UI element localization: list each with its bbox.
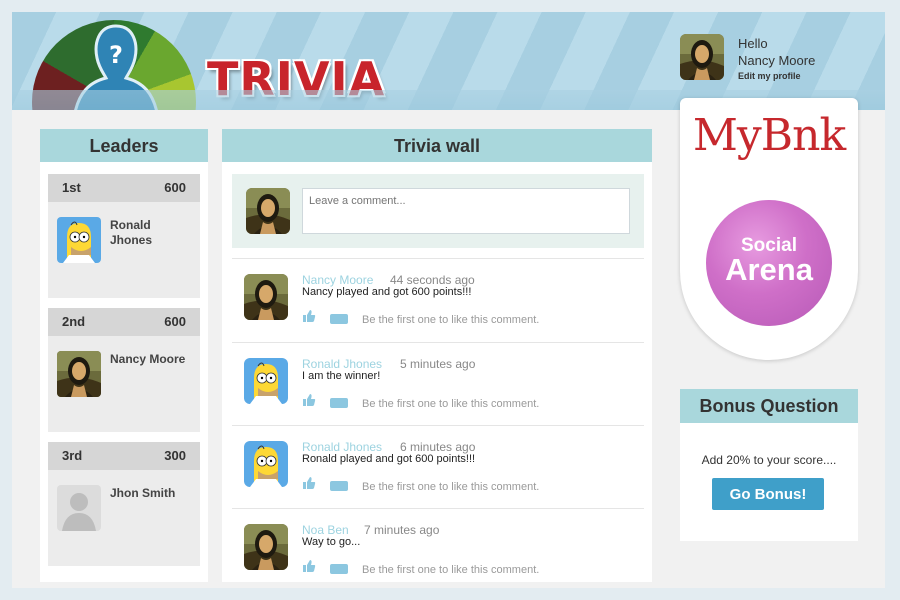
post-text: I am the winner! [302,370,381,382]
post-author[interactable]: Noa Ben [302,523,349,537]
wall-post: Noa Ben 7 minutes ago Way to go... Be th… [232,508,644,588]
leader-card[interactable]: 3rd 300 Jhon Smith [48,442,200,566]
leader-bar: 1st 600 [48,174,200,202]
post-author[interactable]: Ronald Jhones [302,357,382,371]
comment-bubble-icon[interactable] [330,564,348,574]
mona-lisa-avatar-icon [246,188,290,234]
leaders-title: Leaders [40,129,208,163]
comment-composer [232,174,644,248]
question-head-icon: ? [74,24,158,110]
sponsor-badge[interactable]: MyBnk Social Arena [680,98,858,360]
post-time: 5 minutes ago [400,357,476,371]
comment-input[interactable] [302,188,630,234]
social-arena-line2: Arena [725,252,813,287]
thumbs-up-icon[interactable] [302,476,316,490]
avatar [57,351,101,397]
comment-bubble-icon[interactable] [330,314,348,324]
leader-rank: 1st [62,180,81,195]
leader-name: Jhon Smith [110,486,176,500]
bonus-panel: Bonus Question Add 20% to your score....… [680,389,858,541]
leader-name: Nancy Moore [110,352,186,366]
wall-post: Ronald Jhones 6 minutes ago Ronald playe… [232,425,644,509]
avatar[interactable] [244,524,288,570]
comment-bubble-icon[interactable] [330,481,348,491]
leader-rank: 2nd [62,314,86,329]
avatar [246,188,290,234]
leader-score: 300 [164,448,186,463]
avatar[interactable] [680,34,724,80]
header-banner: ? TRIVIA Hello Nancy Moore Edit my profi… [12,12,885,110]
leader-card[interactable]: 1st 600 Ronald Jhones [48,174,200,298]
svg-text:?: ? [109,41,123,69]
bonus-title: Bonus Question [680,389,858,423]
like-prompt: Be the first one to like this comment. [362,398,540,410]
default-user-avatar-icon [57,485,101,531]
homer-avatar-icon [57,217,101,263]
post-text: Way to go... [302,536,361,548]
avatar [57,485,101,531]
bonus-description: Add 20% to your score.... [701,453,837,467]
mona-lisa-avatar-icon [244,274,288,320]
post-text: Nancy played and got 600 points!!! [302,286,472,298]
leader-bar: 3rd 300 [48,442,200,470]
thumbs-up-icon[interactable] [302,309,316,323]
leader-card[interactable]: 2nd 600 Nancy Moore [48,308,200,432]
post-time: 6 minutes ago [400,440,476,454]
app-title: TRIVIA [207,52,386,106]
leader-name: Ronald Jhones [110,218,153,247]
like-prompt: Be the first one to like this comment. [362,481,540,493]
post-author[interactable]: Ronald Jhones [302,440,382,454]
profile-name: Nancy Moore [738,53,816,68]
leader-rank: 3rd [62,448,83,463]
homer-avatar-icon [244,441,288,487]
app-frame: ? TRIVIA Hello Nancy Moore Edit my profi… [12,12,885,588]
post-time: 44 seconds ago [390,273,475,287]
post-author[interactable]: Nancy Moore [302,273,373,287]
wall-post: Ronald Jhones 5 minutes ago I am the win… [232,342,644,426]
leader-bar: 2nd 600 [48,308,200,336]
mona-lisa-avatar-icon [244,524,288,570]
edit-profile-link[interactable]: Edit my profile [738,71,801,81]
avatar [57,217,101,263]
avatar[interactable] [244,441,288,487]
like-prompt: Be the first one to like this comment. [362,564,540,576]
trivia-wall: Nancy Moore 44 seconds ago Nancy played … [222,162,652,582]
post-text: Ronald played and got 600 points!!! [302,453,476,465]
sponsor-logo: MyBnk [692,110,846,161]
thumbs-up-icon[interactable] [302,393,316,407]
leader-score: 600 [164,314,186,329]
avatar[interactable] [244,358,288,404]
mona-lisa-avatar-icon [57,351,101,397]
wall-title: Trivia wall [222,129,652,163]
wall-post: Nancy Moore 44 seconds ago Nancy played … [232,258,644,342]
homer-avatar-icon [244,358,288,404]
go-bonus-button[interactable]: Go Bonus! [712,478,824,510]
leaders-panel: 1st 600 Ronald Jhones 2nd 600 Nancy Moor… [40,162,208,582]
comment-bubble-icon[interactable] [330,398,348,408]
leader-score: 600 [164,180,186,195]
mona-lisa-avatar-icon [680,34,724,80]
like-prompt: Be the first one to like this comment. [362,314,540,326]
thumbs-up-icon[interactable] [302,559,316,573]
avatar[interactable] [244,274,288,320]
post-time: 7 minutes ago [364,523,440,537]
profile-greeting: Hello [738,36,768,51]
